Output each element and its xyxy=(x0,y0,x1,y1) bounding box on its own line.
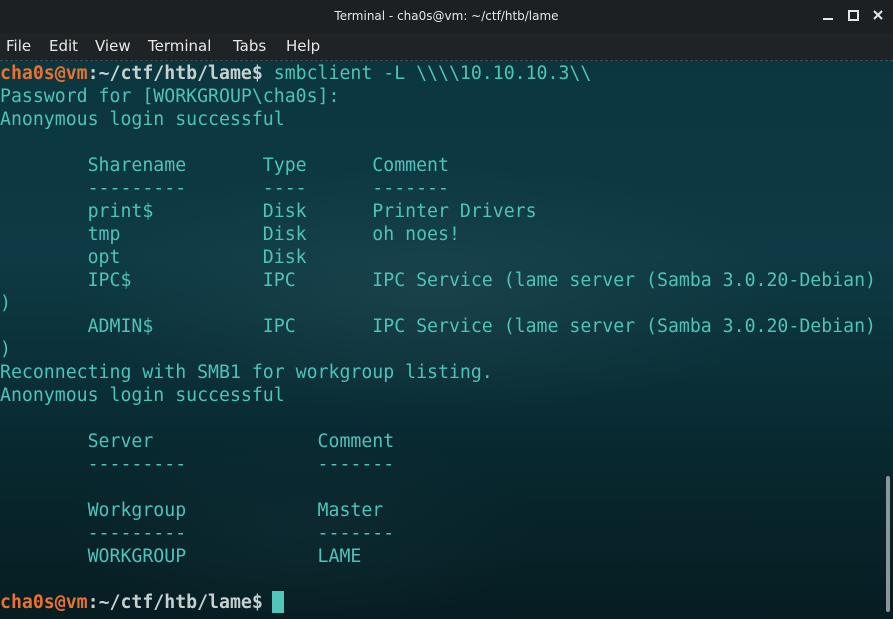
close-icon xyxy=(873,10,883,20)
minimize-button[interactable] xyxy=(820,7,836,23)
prompt-path: ~/ctf/htb/lame$ xyxy=(98,63,263,84)
prompt-path: ~/ctf/htb/lame$ xyxy=(98,592,263,613)
scrollbar[interactable] xyxy=(883,61,893,619)
command-text: smbclient -L \\\\10.10.10.3\\ xyxy=(262,63,592,84)
menu-view[interactable]: View xyxy=(95,37,131,55)
workgroup-divider-row: --------- ------- xyxy=(0,523,395,544)
command-line: cha0s@vm:~/ctf/htb/lame$ smbclient -L \\… xyxy=(0,62,591,85)
prompt-user: cha0s@vm xyxy=(0,63,88,84)
menu-edit[interactable]: Edit xyxy=(49,37,78,55)
active-prompt-line: cha0s@vm:~/ctf/htb/lame$ xyxy=(0,591,274,614)
prompt-separator: : xyxy=(87,592,99,613)
workgroup-header-row: Workgroup Master xyxy=(0,500,384,521)
prompt-separator: : xyxy=(87,63,99,84)
output-line: Password for [WORKGROUP\cha0s]: xyxy=(0,86,340,107)
text-cursor xyxy=(272,591,284,613)
server-header-row: Server Comment xyxy=(0,431,395,452)
share-row: opt Disk xyxy=(0,247,373,268)
output-line: Reconnecting with SMB1 for workgroup lis… xyxy=(0,362,493,383)
terminal-output[interactable]: cha0s@vm:~/ctf/htb/lame$ smbclient -L \\… xyxy=(0,61,893,619)
share-divider-row: --------- ---- ------- xyxy=(0,178,449,199)
output-line: Anonymous login successful xyxy=(0,109,285,130)
share-row: print$ Disk Printer Drivers xyxy=(0,201,537,222)
maximize-icon xyxy=(847,9,859,21)
title-bar[interactable]: Terminal - cha0s@vm: ~/ctf/htb/lame xyxy=(0,0,893,33)
menu-bar: File Edit View Terminal Tabs Help xyxy=(0,33,893,61)
window-title: Terminal - cha0s@vm: ~/ctf/htb/lame xyxy=(334,9,559,23)
prompt-user: cha0s@vm xyxy=(0,592,88,613)
menu-file[interactable]: File xyxy=(6,37,31,55)
minimize-icon xyxy=(823,18,833,20)
workgroup-row: WORKGROUP LAME xyxy=(0,546,362,567)
menu-terminal[interactable]: Terminal xyxy=(148,37,211,55)
menu-help[interactable]: Help xyxy=(286,37,320,55)
close-button[interactable] xyxy=(870,7,886,23)
menu-tabs[interactable]: Tabs xyxy=(233,37,266,55)
server-divider-row: --------- ------- xyxy=(0,454,395,475)
scrollbar-thumb[interactable] xyxy=(886,476,890,612)
maximize-button[interactable] xyxy=(845,7,861,23)
output-line: ) xyxy=(0,293,11,314)
share-row: IPC$ IPC IPC Service (lame server (Samba… xyxy=(0,270,876,291)
output-line: Anonymous login successful xyxy=(0,385,285,406)
output-line: ) xyxy=(0,339,11,360)
share-header-row: Sharename Type Comment xyxy=(0,155,449,176)
terminal-window: Terminal - cha0s@vm: ~/ctf/htb/lame File… xyxy=(0,0,893,619)
share-row: ADMIN$ IPC IPC Service (lame server (Sam… xyxy=(0,316,876,337)
share-row: tmp Disk oh noes! xyxy=(0,224,460,245)
